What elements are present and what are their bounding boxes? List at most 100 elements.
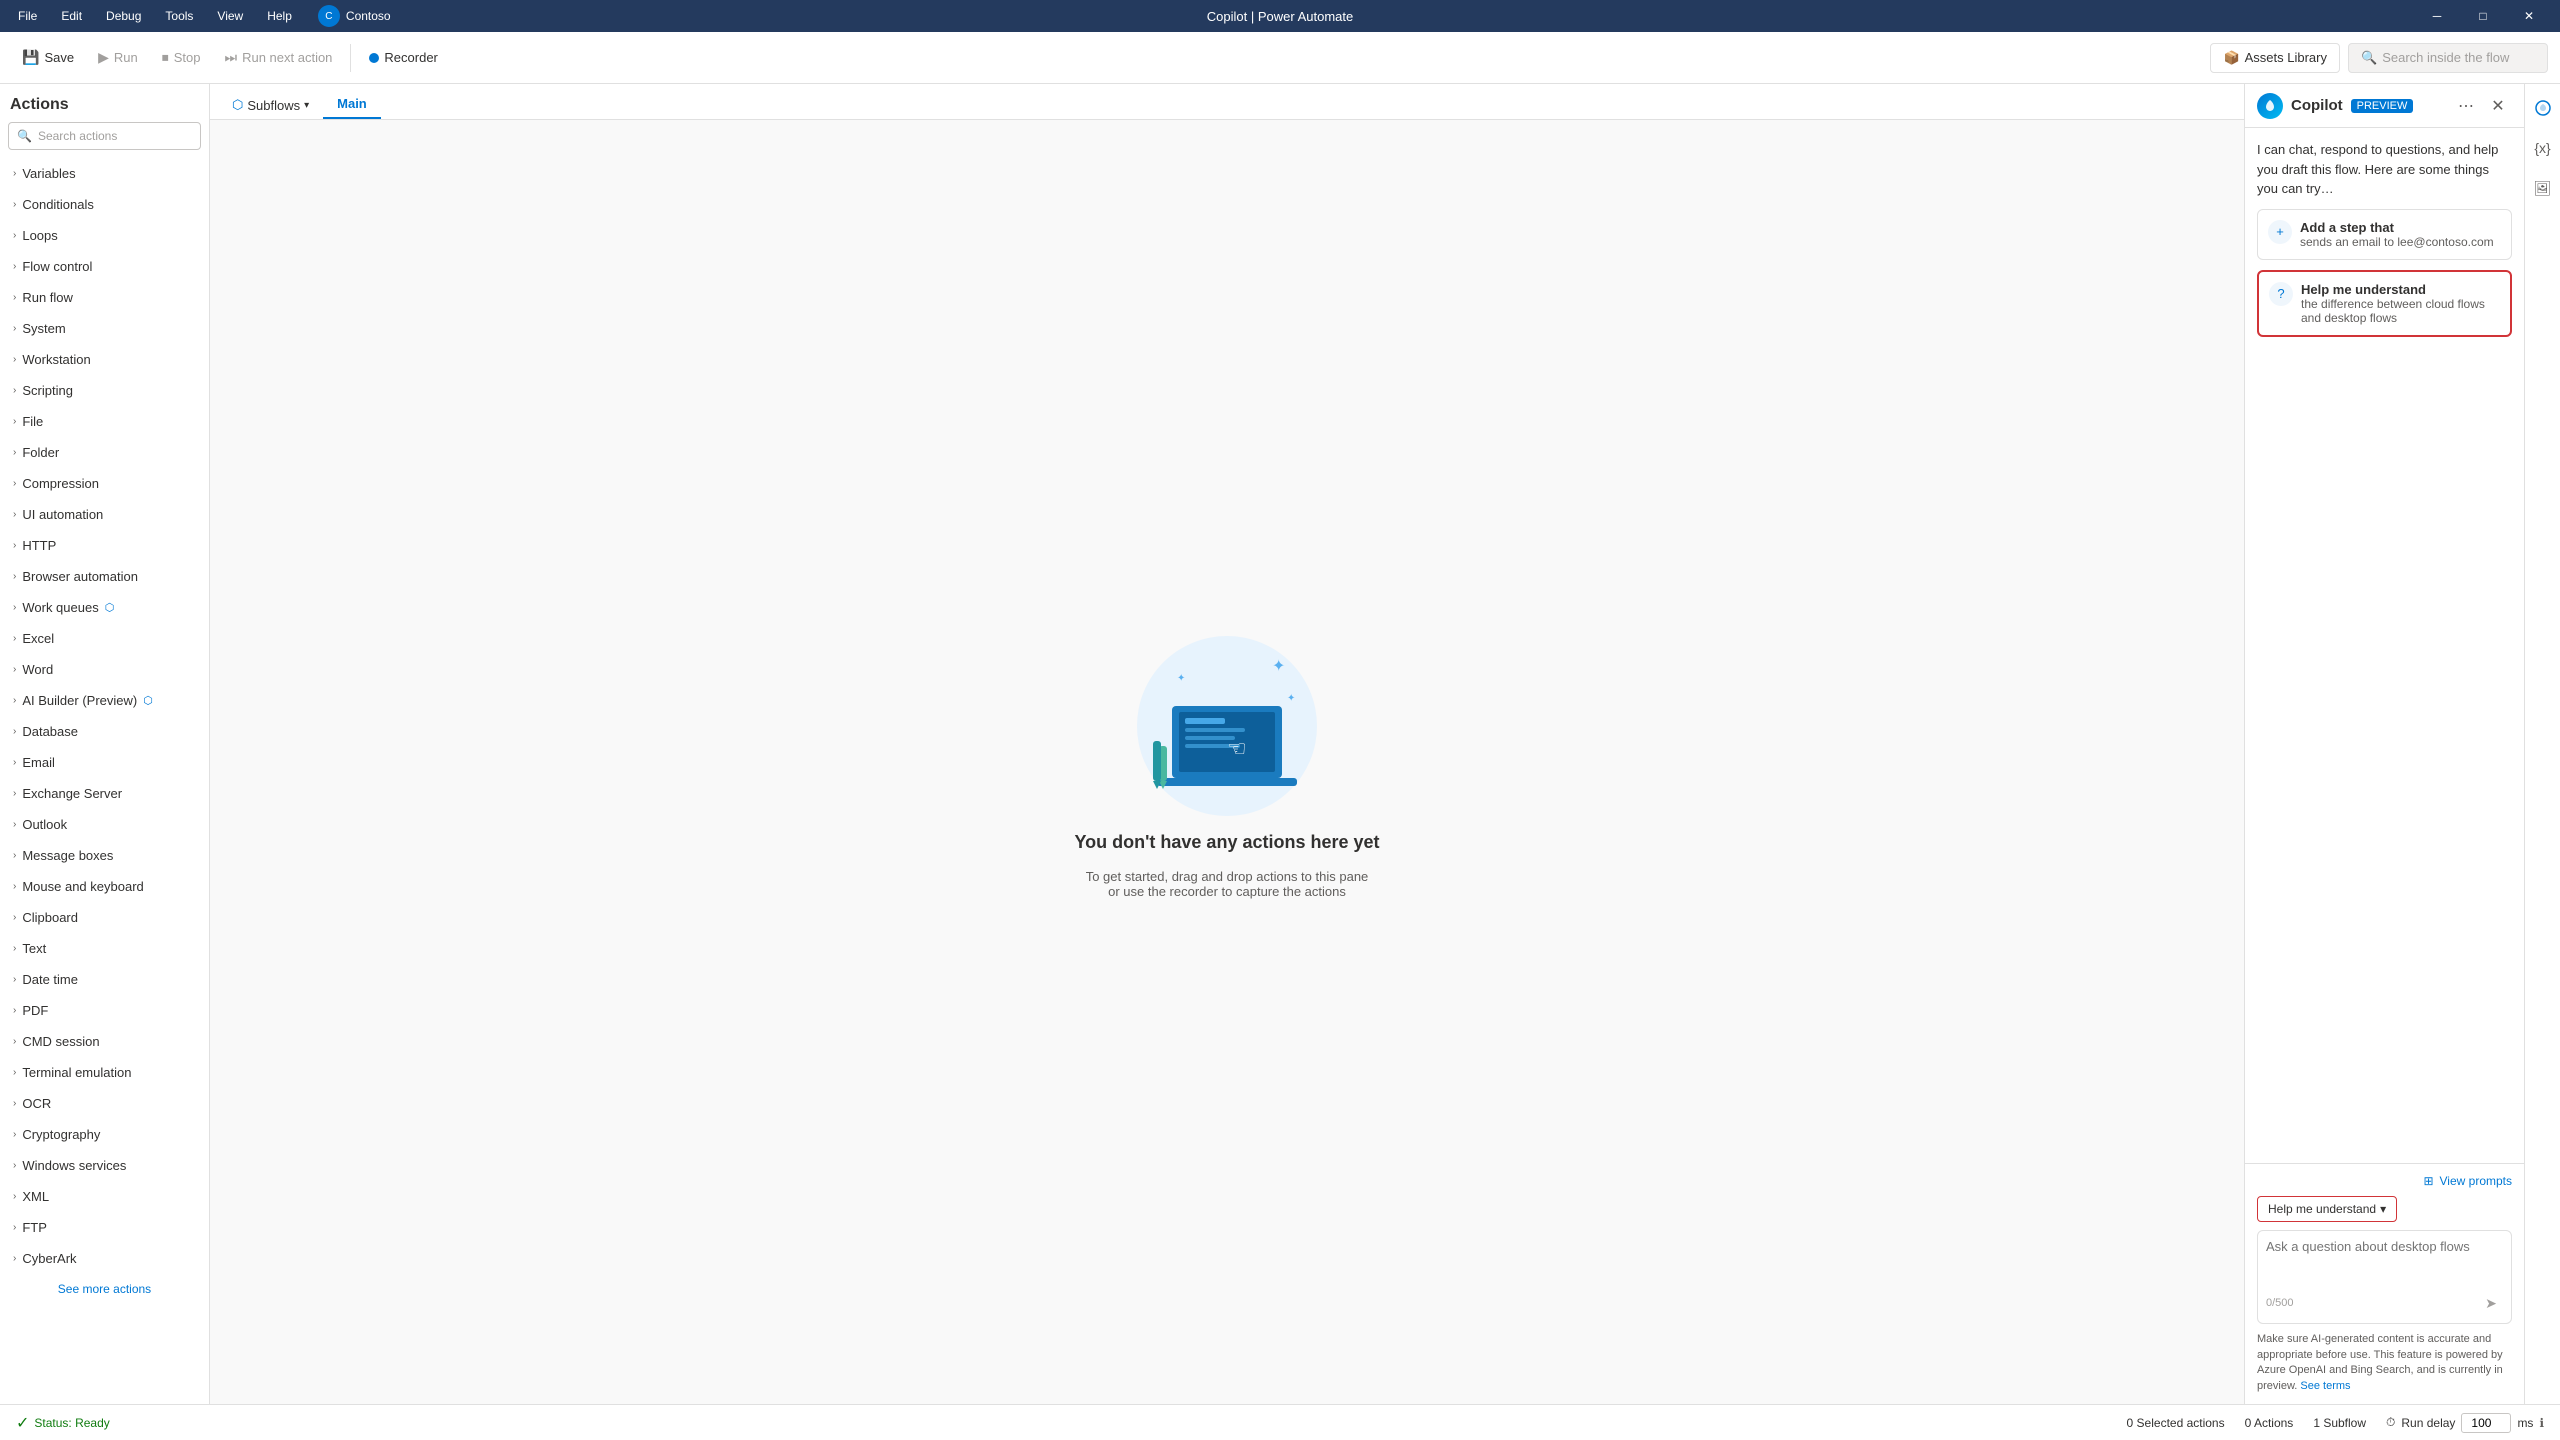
help-understand-dropdown[interactable]: Help me understand ▾ (2257, 1196, 2397, 1222)
see-terms-link[interactable]: See terms (2300, 1380, 2350, 1392)
action-run-flow[interactable]: › Run flow (0, 282, 209, 313)
search-actions-icon: 🔍 (17, 129, 32, 143)
chevron-icon: › (13, 292, 16, 303)
action-scripting[interactable]: › Scripting (0, 375, 209, 406)
subflows-dropdown[interactable]: ⬡ Subflows ▾ (222, 91, 319, 119)
search-flow-input[interactable]: 🔍 Search inside the flow (2348, 43, 2548, 73)
menu-file[interactable]: File (8, 5, 47, 27)
action-ai-builder[interactable]: › AI Builder (Preview) ⬡ (0, 685, 209, 716)
chevron-icon: › (13, 850, 16, 861)
run-next-icon: ⏭ (224, 49, 237, 66)
action-http[interactable]: › HTTP (0, 530, 209, 561)
svg-text:✦: ✦ (1177, 673, 1185, 684)
run-delay-input[interactable] (2461, 1413, 2511, 1433)
tab-main[interactable]: Main (323, 88, 381, 119)
copilot-panel: Copilot PREVIEW ⋯ ✕ I can chat, respond … (2244, 84, 2524, 1404)
action-clipboard[interactable]: › Clipboard (0, 902, 209, 933)
action-pdf[interactable]: › PDF (0, 995, 209, 1026)
action-cryptography[interactable]: › Cryptography (0, 1119, 209, 1150)
status-check-icon: ✓ (16, 1413, 29, 1433)
actions-panel: Actions 🔍 Search actions › Variables › C… (0, 84, 210, 1404)
action-loops[interactable]: › Loops (0, 220, 209, 251)
copilot-suggestion-help-understand[interactable]: ? Help me understand the difference betw… (2257, 270, 2512, 337)
action-text[interactable]: › Text (0, 933, 209, 964)
action-excel[interactable]: › Excel (0, 623, 209, 654)
chevron-icon: › (13, 168, 16, 179)
actions-title: Actions (0, 84, 209, 122)
variables-icon-button[interactable]: {x} (2527, 132, 2559, 164)
action-ftp[interactable]: › FTP (0, 1212, 209, 1243)
run-button[interactable]: ▶ Run (88, 43, 148, 72)
menu-debug[interactable]: Debug (96, 5, 151, 27)
action-flow-control[interactable]: › Flow control (0, 251, 209, 282)
images-icon-button[interactable]: 🖼 (2527, 172, 2559, 204)
search-actions-input[interactable]: 🔍 Search actions (8, 122, 201, 150)
action-workstation[interactable]: › Workstation (0, 344, 209, 375)
action-ocr[interactable]: › OCR (0, 1088, 209, 1119)
action-file[interactable]: › File (0, 406, 209, 437)
restore-button[interactable]: □ (2460, 0, 2506, 32)
clock-icon: ⏱ (2386, 1415, 2395, 1430)
menu-edit[interactable]: Edit (51, 5, 92, 27)
toolbar-right: 📦 Assets Library 🔍 Search inside the flo… (2210, 43, 2548, 73)
action-variables[interactable]: › Variables (0, 158, 209, 189)
minimize-button[interactable]: ─ (2414, 0, 2460, 32)
see-more-actions[interactable]: See more actions (0, 1274, 209, 1304)
action-conditionals[interactable]: › Conditionals (0, 189, 209, 220)
save-button[interactable]: 💾 Save (12, 43, 84, 72)
action-xml[interactable]: › XML (0, 1181, 209, 1212)
chevron-icon: › (13, 1222, 16, 1233)
variables-icon: {x} (2534, 140, 2550, 156)
chevron-icon: › (13, 1098, 16, 1109)
chevron-icon: › (13, 478, 16, 489)
action-word[interactable]: › Word (0, 654, 209, 685)
action-ui-automation[interactable]: › UI automation (0, 499, 209, 530)
save-icon: 💾 (22, 49, 39, 66)
action-browser-automation[interactable]: › Browser automation (0, 561, 209, 592)
copilot-close-button[interactable]: ✕ (2484, 92, 2512, 120)
action-outlook[interactable]: › Outlook (0, 809, 209, 840)
copilot-suggestion-add-step[interactable]: + Add a step that sends an email to lee@… (2257, 209, 2512, 260)
copilot-more-button[interactable]: ⋯ (2452, 92, 2480, 120)
action-windows-services[interactable]: › Windows services (0, 1150, 209, 1181)
search-flow-icon: 🔍 (2361, 50, 2377, 66)
send-button[interactable]: ➤ (2479, 1291, 2503, 1315)
svg-text:✦: ✦ (1272, 658, 1285, 675)
chevron-icon: › (13, 912, 16, 923)
subflow-icon: ⬡ (232, 97, 243, 113)
run-delay-section: ⏱ Run delay ms ℹ (2386, 1413, 2544, 1433)
copilot-icon-button[interactable] (2527, 92, 2559, 124)
action-terminal-emulation[interactable]: › Terminal emulation (0, 1057, 209, 1088)
action-work-queues[interactable]: › Work queues ⬡ (0, 592, 209, 623)
chevron-icon: › (13, 664, 16, 675)
action-cyberark[interactable]: › CyberArk (0, 1243, 209, 1274)
stop-button[interactable]: ⏹ Stop (152, 43, 211, 72)
action-system[interactable]: › System (0, 313, 209, 344)
action-cmd-session[interactable]: › CMD session (0, 1026, 209, 1057)
action-database[interactable]: › Database (0, 716, 209, 747)
menu-help[interactable]: Help (257, 5, 302, 27)
action-exchange-server[interactable]: › Exchange Server (0, 778, 209, 809)
copilot-footer: ⊞ View prompts Help me understand ▾ 0/50… (2245, 1163, 2524, 1404)
action-email[interactable]: › Email (0, 747, 209, 778)
recorder-button[interactable]: Recorder (359, 44, 447, 71)
action-message-boxes[interactable]: › Message boxes (0, 840, 209, 871)
action-compression[interactable]: › Compression (0, 468, 209, 499)
assets-library-button[interactable]: 📦 Assets Library (2210, 43, 2340, 73)
view-prompts-button[interactable]: ⊞ View prompts (2257, 1174, 2512, 1188)
info-icon: ℹ (2539, 1416, 2544, 1430)
run-next-button[interactable]: ⏭ Run next action (214, 43, 342, 72)
action-date-time[interactable]: › Date time (0, 964, 209, 995)
menu-view[interactable]: View (207, 5, 253, 27)
chevron-icon: › (13, 1036, 16, 1047)
copilot-chat-input[interactable] (2266, 1239, 2503, 1284)
chevron-icon: › (13, 1005, 16, 1016)
action-mouse-keyboard[interactable]: › Mouse and keyboard (0, 871, 209, 902)
chevron-icon: › (13, 1160, 16, 1171)
toolbar: 💾 Save ▶ Run ⏹ Stop ⏭ Run next action Re… (0, 32, 2560, 84)
chevron-icon: › (13, 571, 16, 582)
close-button[interactable]: ✕ (2506, 0, 2552, 32)
empty-canvas-subtitle: To get started, drag and drop actions to… (1086, 869, 1369, 899)
menu-tools[interactable]: Tools (155, 5, 203, 27)
action-folder[interactable]: › Folder (0, 437, 209, 468)
